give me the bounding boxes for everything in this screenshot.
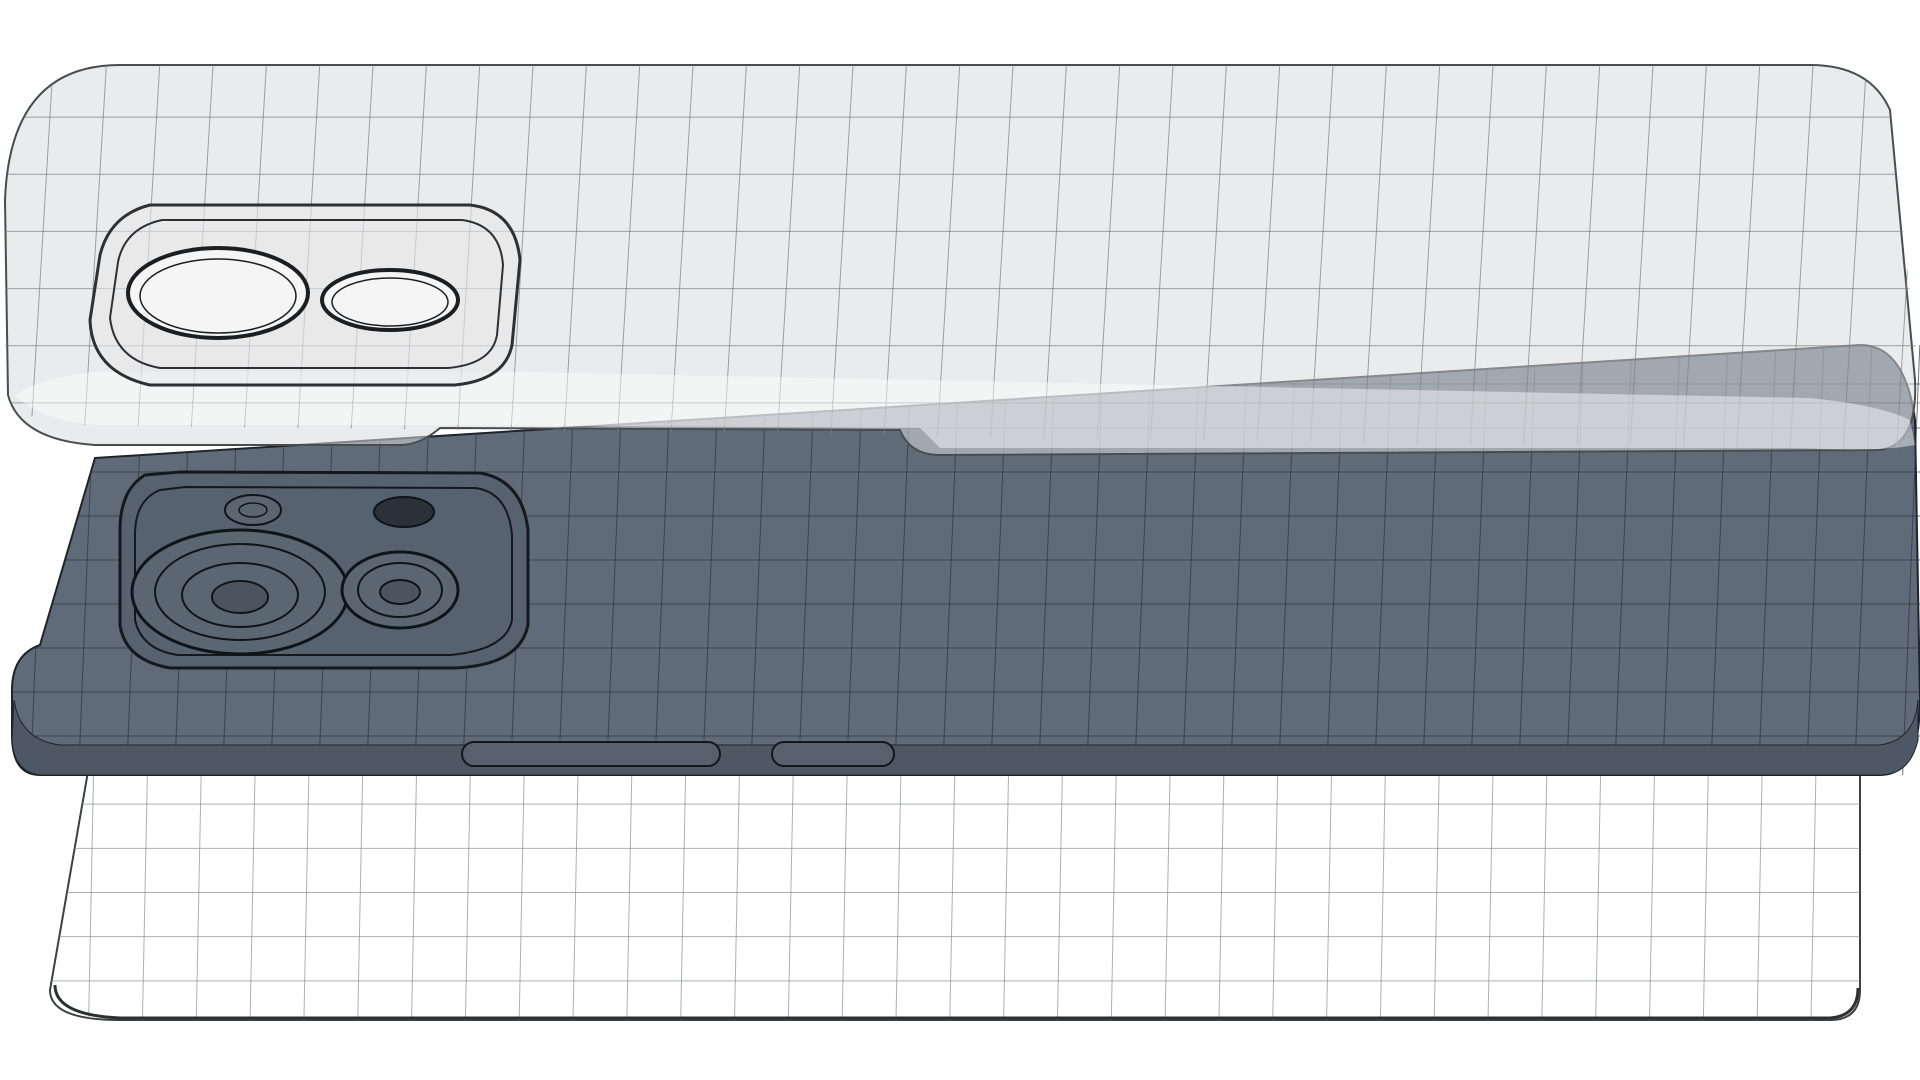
sensor-icon [373,496,435,528]
cover-secondary-lens-cutout [320,268,460,332]
phone-exploded-view [3,64,1920,1025]
screen-layer [35,759,1870,1025]
volume-button [461,741,721,767]
mesh-line-vertical [1865,760,1870,1025]
flash-icon [224,494,282,526]
cover-main-lens-cutout [126,246,310,340]
wireframe-viewport [0,0,1920,1080]
mesh-line-vertical [35,760,40,1025]
power-button [771,741,895,767]
body-camera-module [118,470,530,670]
back-cover-layer [3,64,1920,457]
cover-camera-module [88,203,522,387]
